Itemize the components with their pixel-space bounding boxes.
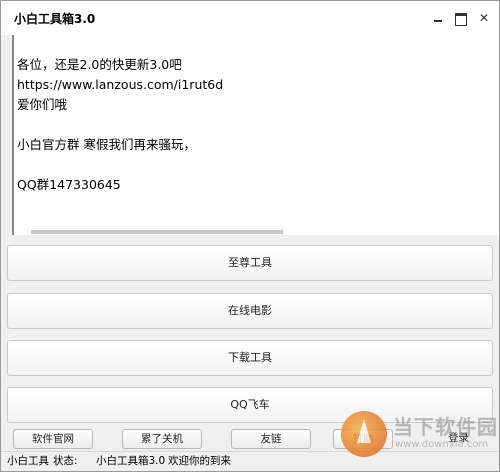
status-bar: 小白工具 状态: 小白工具箱3.0 欢迎你的到来 [1, 451, 499, 471]
notice-line: 小白官方群 寒假我们再来骚玩， [17, 137, 196, 152]
download-tools-button[interactable]: 下载工具 [7, 340, 493, 376]
status-message: 欢迎你的到来 [168, 455, 231, 467]
shutdown-button[interactable]: 累了关机 [122, 429, 202, 449]
official-site-button[interactable]: 软件官网 [13, 429, 93, 449]
notice-qq-line: QQ群147330645 [17, 177, 121, 192]
window-title: 小白工具箱3.0 [14, 12, 96, 26]
notice-line: 各位，还是2.0的快更新3.0吧 [17, 57, 182, 72]
donate-button[interactable]: 赞助 [333, 429, 393, 449]
notice-blank-line [17, 115, 476, 135]
online-movies-button[interactable]: 在线电影 [7, 293, 493, 329]
title-bar[interactable]: 小白工具箱3.0 ✕ [1, 1, 499, 35]
minimize-icon[interactable] [431, 11, 445, 25]
maximize-icon[interactable] [453, 11, 467, 26]
notice-blank-line [17, 155, 476, 175]
notice-line: 爱你们哦 [17, 97, 68, 112]
status-app: 小白工具 [7, 455, 49, 467]
status-label: 状态: [53, 455, 78, 467]
qq-speed-button[interactable]: QQ飞车 [7, 387, 493, 423]
horizontal-scrollbar[interactable] [31, 230, 283, 234]
supreme-tools-button[interactable]: 至尊工具 [7, 245, 493, 281]
notice-link-line: https://www.lanzous.com/i1rut6d [17, 77, 224, 92]
main-window: 小白工具箱3.0 ✕ 各位，还是2.0的快更新3.0吧 https://www.… [0, 0, 500, 472]
close-icon[interactable]: ✕ [477, 11, 491, 25]
status-app-name: 小白工具箱3.0 [96, 455, 166, 467]
login-button[interactable]: 登录 [421, 429, 496, 449]
textarea-right-margin [476, 35, 499, 235]
links-button[interactable]: 友链 [231, 429, 311, 449]
notice-textarea[interactable]: 各位，还是2.0的快更新3.0吧 https://www.lanzous.com… [12, 35, 476, 235]
